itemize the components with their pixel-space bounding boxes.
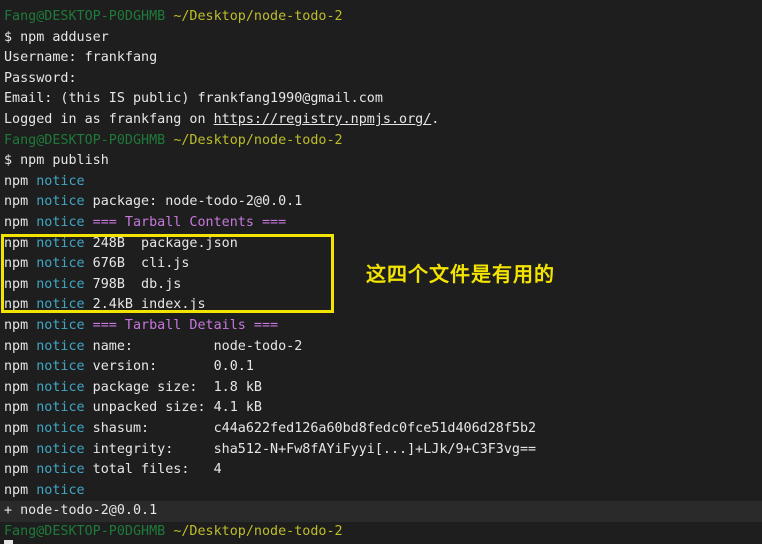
prompt-path: ~/Desktop/node-todo-2 (173, 9, 343, 24)
prompt-path: ~/Desktop/node-todo-2 (173, 524, 343, 539)
output-text: . (431, 112, 440, 127)
notice-text: package: node-todo-2@0.0.1 (84, 194, 303, 210)
output-text: Password: (4, 70, 77, 86)
terminal-line: Fang@DESKTOP-P0DGHMB ~/Desktop/node-todo… (4, 7, 343, 28)
npm-label: npm (4, 462, 29, 478)
annotation-text: 这四个文件是有用的 (366, 262, 555, 286)
terminal-line: Fang@DESKTOP-P0DGHMB ~/Desktop/node-todo… (4, 131, 343, 152)
output-text: + node-todo-2@0.0.1 (4, 503, 158, 519)
notice-label: notice (36, 194, 85, 210)
notice-label: notice (36, 482, 85, 498)
output-text: Logged in as frankfang on (4, 112, 214, 127)
output-text: $ npm adduser (4, 29, 109, 45)
terminal-line: Password: (4, 69, 77, 90)
notice-text: === Tarball Details === (84, 318, 279, 333)
output-text: Username: frankfang (4, 50, 158, 66)
terminal-line: Email: (this IS public) frankfang1990@gm… (4, 89, 383, 110)
notice-label: notice (36, 338, 85, 354)
notice-label: notice (36, 318, 85, 333)
terminal-line: npm notice version: 0.0.1 (4, 357, 254, 378)
notice-label: notice (36, 400, 85, 416)
npm-label: npm (4, 173, 29, 189)
notice-label: notice (36, 441, 85, 457)
terminal-line: npm notice name: node-todo-2 (4, 337, 302, 358)
notice-label: notice (36, 462, 85, 478)
registry-link[interactable]: https://registry.npmjs.org/ (214, 112, 432, 127)
terminal-line: npm notice package: node-todo-2@0.0.1 (4, 192, 302, 213)
terminal-line: Fang@DESKTOP-P0DGHMB ~/Desktop/node-todo… (4, 522, 343, 543)
npm-label: npm (4, 215, 29, 230)
npm-label: npm (4, 421, 29, 436)
notice-text: shasum: c44a622fed126a60bd8fedc0fce51d40… (84, 421, 537, 436)
npm-label: npm (4, 482, 29, 498)
terminal-line: npm notice shasum: c44a622fed126a60bd8fe… (4, 419, 536, 440)
terminal-line: npm notice (4, 172, 85, 193)
notice-label: notice (36, 421, 85, 436)
terminal-line: npm notice (4, 481, 85, 502)
prompt-path: ~/Desktop/node-todo-2 (173, 132, 343, 148)
terminal-line: Username: frankfang (4, 48, 157, 69)
terminal-line: npm notice integrity: sha512-N+Fw8fAYiFy… (4, 440, 536, 461)
npm-label: npm (4, 441, 29, 457)
notice-text: package size: 1.8 kB (84, 379, 262, 395)
notice-text: version: 0.0.1 (84, 359, 254, 375)
notice-text: name: node-todo-2 (84, 338, 303, 354)
prompt-user: Fang@DESKTOP-P0DGHMB (4, 9, 166, 24)
terminal-line: npm notice total files: 4 (4, 460, 222, 481)
terminal-line: npm notice === Tarball Details === (4, 316, 278, 337)
terminal-cursor (4, 540, 13, 544)
output-text: Email: (this IS public) frankfang1990@gm… (4, 91, 383, 107)
highlight-box (1, 234, 334, 313)
terminal-line: $ npm adduser (4, 28, 109, 49)
notice-text: === Tarball Contents === (84, 215, 287, 230)
npm-label: npm (4, 400, 29, 416)
terminal-line: npm notice unpacked size: 4.1 kB (4, 398, 262, 419)
notice-label: notice (36, 215, 85, 230)
terminal-line: Logged in as frankfang on https://regist… (4, 110, 439, 131)
npm-label: npm (4, 379, 29, 395)
notice-label: notice (36, 173, 85, 189)
terminal-line: + node-todo-2@0.0.1 (4, 501, 157, 522)
notice-label: notice (36, 379, 85, 395)
notice-label: notice (36, 359, 85, 375)
notice-text: integrity: sha512-N+Fw8fAYiFyyi[...]+LJk… (84, 441, 537, 457)
npm-label: npm (4, 359, 29, 375)
npm-label: npm (4, 194, 29, 210)
npm-label: npm (4, 318, 29, 333)
terminal-line: $ npm publish (4, 151, 109, 172)
terminal-line: npm notice package size: 1.8 kB (4, 378, 262, 399)
notice-text: total files: 4 (84, 462, 222, 478)
output-text: $ npm publish (4, 153, 109, 169)
prompt-user: Fang@DESKTOP-P0DGHMB (4, 132, 166, 148)
terminal-line: npm notice === Tarball Contents === (4, 213, 286, 234)
npm-label: npm (4, 338, 29, 354)
prompt-user: Fang@DESKTOP-P0DGHMB (4, 524, 166, 539)
notice-text: unpacked size: 4.1 kB (84, 400, 262, 416)
